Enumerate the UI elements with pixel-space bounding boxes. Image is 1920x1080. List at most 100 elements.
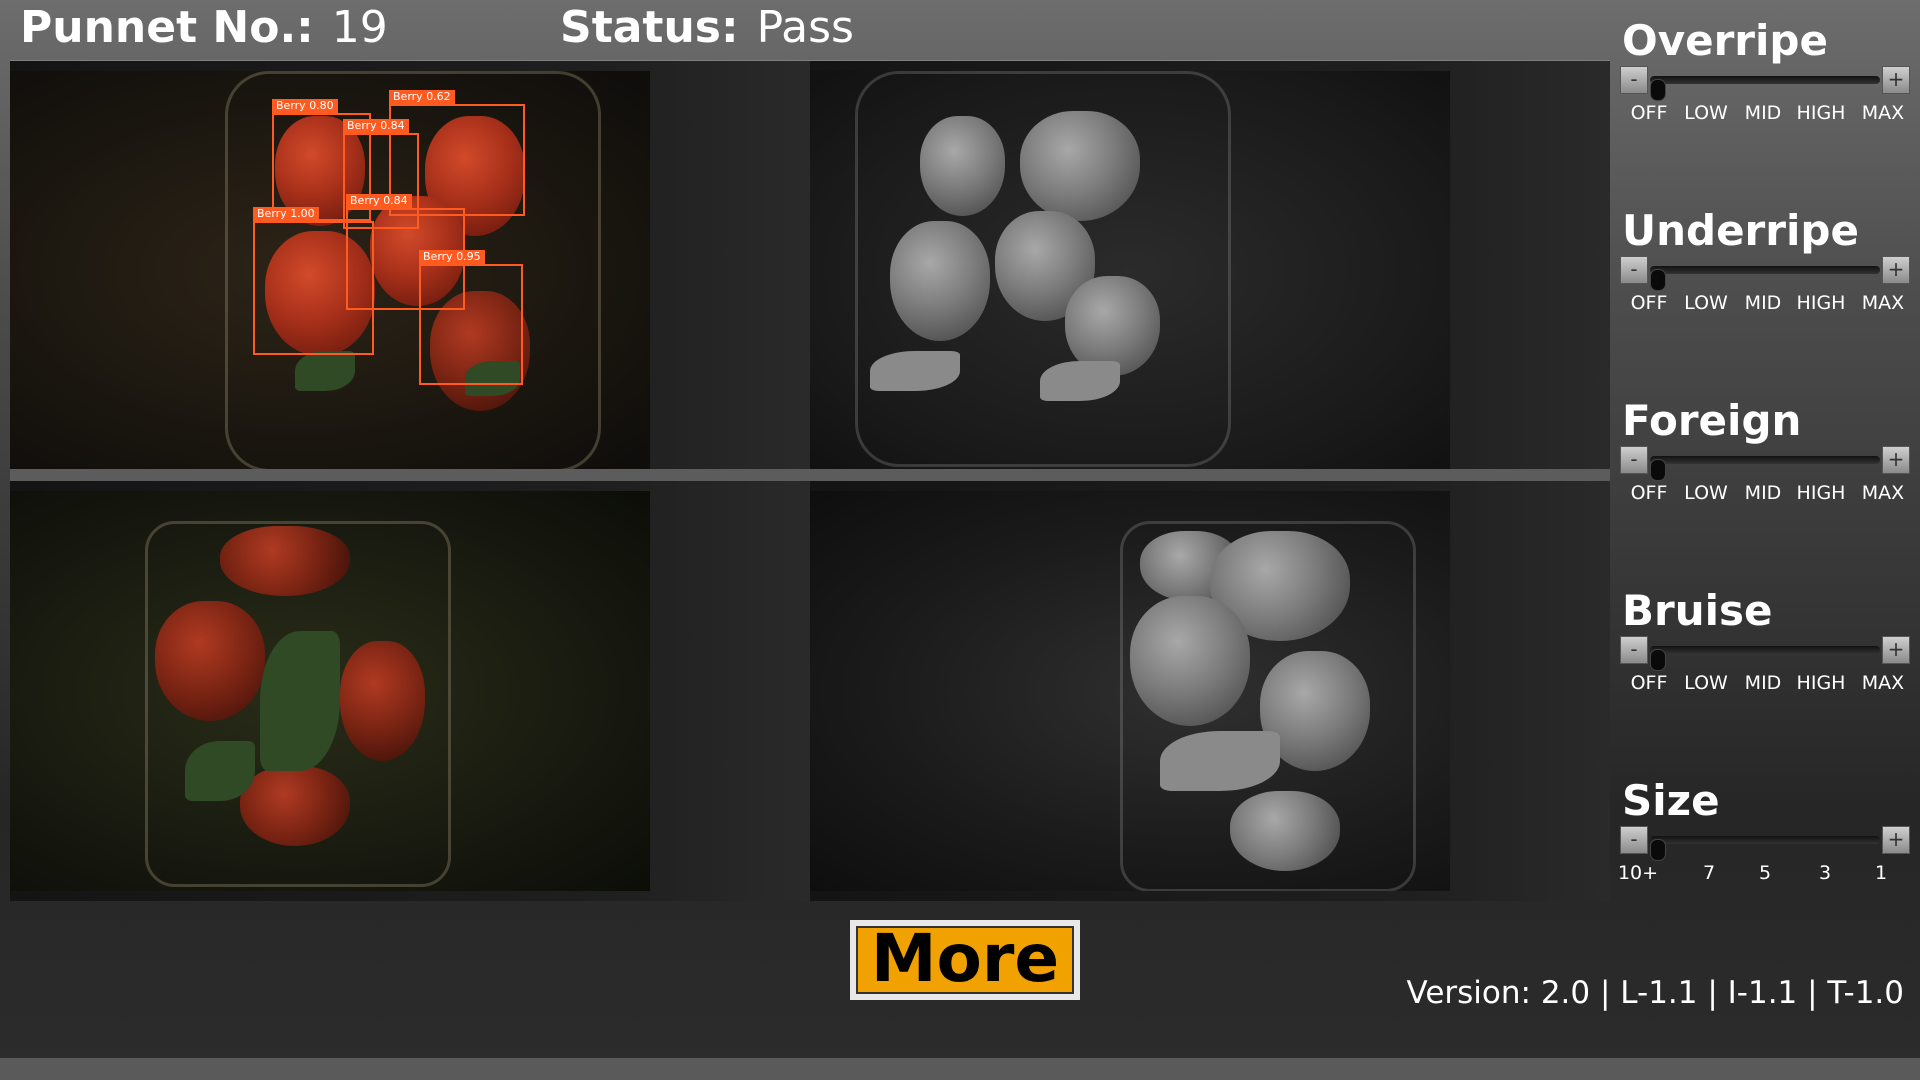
camera-view-rgb-top: Berry 0.80 Berry 0.62 Berry 0.84 Berry 0… bbox=[10, 61, 810, 481]
tick-label: LOW bbox=[1684, 482, 1728, 504]
leaf bbox=[870, 351, 960, 391]
slider-thumb[interactable] bbox=[1650, 649, 1666, 671]
underripe-slider[interactable]: - + bbox=[1620, 256, 1910, 291]
tick-label: MAX bbox=[1861, 102, 1905, 124]
tick-label: HIGH bbox=[1796, 672, 1846, 694]
leaf bbox=[260, 631, 340, 771]
tick-label: MAX bbox=[1861, 482, 1905, 504]
threshold-sidebar: Overripe - + OFF LOW MID HIGH MAX Underr… bbox=[1612, 0, 1920, 910]
detection-label: Berry 0.80 bbox=[272, 99, 338, 113]
view-separator bbox=[10, 469, 810, 481]
tick-label: 7 bbox=[1702, 862, 1716, 884]
punnet-label: Punnet No.: bbox=[20, 2, 314, 53]
camera-view-mono-top bbox=[810, 61, 1610, 481]
tick-label: LOW bbox=[1684, 672, 1728, 694]
increase-button[interactable]: + bbox=[1882, 826, 1910, 854]
decrease-button[interactable]: - bbox=[1620, 66, 1648, 94]
leaf bbox=[1160, 731, 1280, 791]
control-title: Foreign bbox=[1622, 396, 1802, 445]
status-value: Pass bbox=[756, 2, 854, 53]
punnet-number: Punnet No.: 19 bbox=[20, 2, 388, 53]
tick-label: MID bbox=[1744, 482, 1782, 504]
camera-image bbox=[810, 491, 1450, 891]
version-info: Version: 2.0 | L-1.1 | I-1.1 | T-1.0 bbox=[1406, 975, 1904, 1011]
slider-ticks: OFF LOW MID HIGH MAX bbox=[1612, 102, 1912, 126]
bruise-slider[interactable]: - + bbox=[1620, 636, 1910, 671]
berry bbox=[340, 641, 425, 761]
slider-track[interactable] bbox=[1650, 646, 1880, 671]
slider-ticks: OFF LOW MID HIGH MAX bbox=[1612, 292, 1912, 316]
tick-label: LOW bbox=[1684, 102, 1728, 124]
slider-ticks: 10+ 7 5 3 1 bbox=[1612, 862, 1912, 886]
increase-button[interactable]: + bbox=[1882, 446, 1910, 474]
tick-label: 3 bbox=[1818, 862, 1832, 884]
status: Status: Pass bbox=[560, 2, 854, 53]
overripe-slider[interactable]: - + bbox=[1620, 66, 1910, 101]
tick-label: OFF bbox=[1630, 102, 1668, 124]
slider-track[interactable] bbox=[1650, 266, 1880, 291]
slider-thumb[interactable] bbox=[1650, 459, 1666, 481]
berry bbox=[220, 526, 350, 596]
tick-label: MID bbox=[1744, 672, 1782, 694]
increase-button[interactable]: + bbox=[1882, 66, 1910, 94]
tick-label: 5 bbox=[1758, 862, 1772, 884]
punnet-value: 19 bbox=[331, 2, 388, 53]
control-title: Size bbox=[1622, 776, 1720, 825]
control-title: Underripe bbox=[1622, 206, 1859, 255]
detection-box: Berry 1.00 bbox=[253, 207, 374, 355]
more-button[interactable]: More bbox=[850, 920, 1080, 1000]
tick-label: MID bbox=[1744, 292, 1782, 314]
control-title: Bruise bbox=[1622, 586, 1773, 635]
tick-label: MID bbox=[1744, 102, 1782, 124]
decrease-button[interactable]: - bbox=[1620, 446, 1648, 474]
detection-label: Berry 0.84 bbox=[343, 119, 409, 133]
slider-track[interactable] bbox=[1650, 456, 1880, 481]
slider-track[interactable] bbox=[1650, 836, 1880, 861]
foreign-slider[interactable]: - + bbox=[1620, 446, 1910, 481]
tick-label: HIGH bbox=[1796, 102, 1846, 124]
berry bbox=[1130, 596, 1250, 726]
bottom-bar bbox=[0, 1058, 1920, 1080]
tick-label: MAX bbox=[1861, 672, 1905, 694]
tick-label: HIGH bbox=[1796, 292, 1846, 314]
increase-button[interactable]: + bbox=[1882, 256, 1910, 284]
tick-label: HIGH bbox=[1796, 482, 1846, 504]
status-label: Status: bbox=[560, 2, 739, 53]
slider-thumb[interactable] bbox=[1650, 79, 1666, 101]
decrease-button[interactable]: - bbox=[1620, 256, 1648, 284]
detection-box: Berry 0.95 bbox=[419, 250, 523, 385]
camera-view-mono-bottom bbox=[810, 481, 1610, 901]
slider-ticks: OFF LOW MID HIGH MAX bbox=[1612, 672, 1912, 696]
decrease-button[interactable]: - bbox=[1620, 636, 1648, 664]
berry bbox=[155, 601, 265, 721]
slider-track[interactable] bbox=[1650, 76, 1880, 101]
camera-view-rgb-bottom bbox=[10, 481, 810, 901]
detection-label: Berry 1.00 bbox=[253, 207, 319, 221]
berry bbox=[890, 221, 990, 341]
tick-label: OFF bbox=[1630, 292, 1668, 314]
camera-grid: Berry 0.80 Berry 0.62 Berry 0.84 Berry 0… bbox=[10, 60, 1610, 901]
camera-image: Berry 0.80 Berry 0.62 Berry 0.84 Berry 0… bbox=[10, 71, 650, 471]
berry bbox=[1230, 791, 1340, 871]
slider-thumb[interactable] bbox=[1650, 269, 1666, 291]
control-title: Overripe bbox=[1622, 16, 1828, 65]
detection-label: Berry 0.84 bbox=[346, 194, 412, 208]
increase-button[interactable]: + bbox=[1882, 636, 1910, 664]
camera-image bbox=[10, 491, 650, 891]
berry bbox=[1020, 111, 1140, 221]
detection-label: Berry 0.95 bbox=[419, 250, 485, 264]
tick-label: MAX bbox=[1861, 292, 1905, 314]
tick-label: LOW bbox=[1684, 292, 1728, 314]
tick-label: 1 bbox=[1874, 862, 1888, 884]
leaf bbox=[1040, 361, 1120, 401]
berry bbox=[920, 116, 1005, 216]
berry bbox=[240, 766, 350, 846]
tick-label: OFF bbox=[1630, 482, 1668, 504]
view-separator bbox=[810, 469, 1610, 481]
slider-thumb[interactable] bbox=[1650, 839, 1666, 861]
camera-image bbox=[810, 71, 1450, 471]
decrease-button[interactable]: - bbox=[1620, 826, 1648, 854]
tick-label: OFF bbox=[1630, 672, 1668, 694]
size-slider[interactable]: - + bbox=[1620, 826, 1910, 861]
leaf bbox=[295, 351, 355, 391]
